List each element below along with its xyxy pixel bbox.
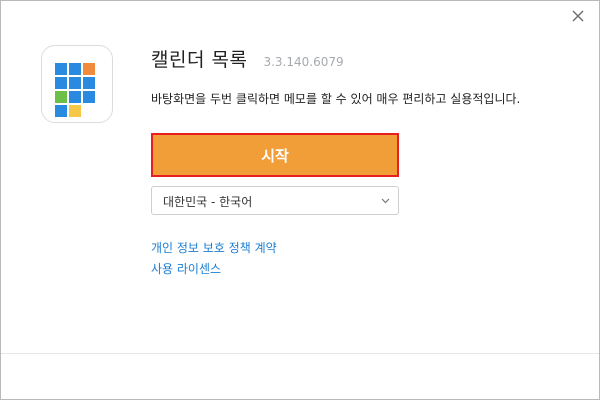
app-description: 바탕화면을 두번 클릭하면 메모를 할 수 있어 매우 편리하고 실용적입니다. (151, 92, 521, 106)
icon-tile (55, 77, 67, 89)
icon-tile (55, 63, 67, 75)
icon-tile (83, 77, 95, 89)
icon-tile (69, 77, 81, 89)
app-name: 캘린더 목록 (151, 49, 248, 71)
language-select-value: 대한민국 - 한국어 (163, 195, 253, 209)
footer-divider (1, 353, 599, 354)
close-icon (572, 10, 584, 22)
icon-tile (69, 63, 81, 75)
installer-window: 캘린더 목록 3.3.140.6079 바탕화면을 두번 클릭하면 메모를 할 … (0, 0, 600, 400)
license-link[interactable]: 사용 라이센스 (151, 260, 221, 277)
icon-tile (83, 91, 95, 103)
icon-tile (83, 63, 95, 75)
icon-tile (69, 91, 81, 103)
app-icon (41, 45, 113, 123)
start-button[interactable]: 시작 (151, 133, 399, 177)
title-row: 캘린더 목록 3.3.140.6079 (151, 45, 344, 75)
chevron-down-icon (381, 198, 390, 204)
icon-tile (69, 105, 81, 117)
app-version: 3.3.140.6079 (263, 55, 344, 69)
icon-tile (55, 105, 67, 117)
close-button[interactable] (569, 7, 587, 25)
privacy-policy-link[interactable]: 개인 정보 보호 정책 계약 (151, 239, 277, 256)
icon-tile (55, 91, 67, 103)
language-select[interactable]: 대한민국 - 한국어 (151, 186, 399, 215)
start-button-label: 시작 (261, 146, 289, 165)
